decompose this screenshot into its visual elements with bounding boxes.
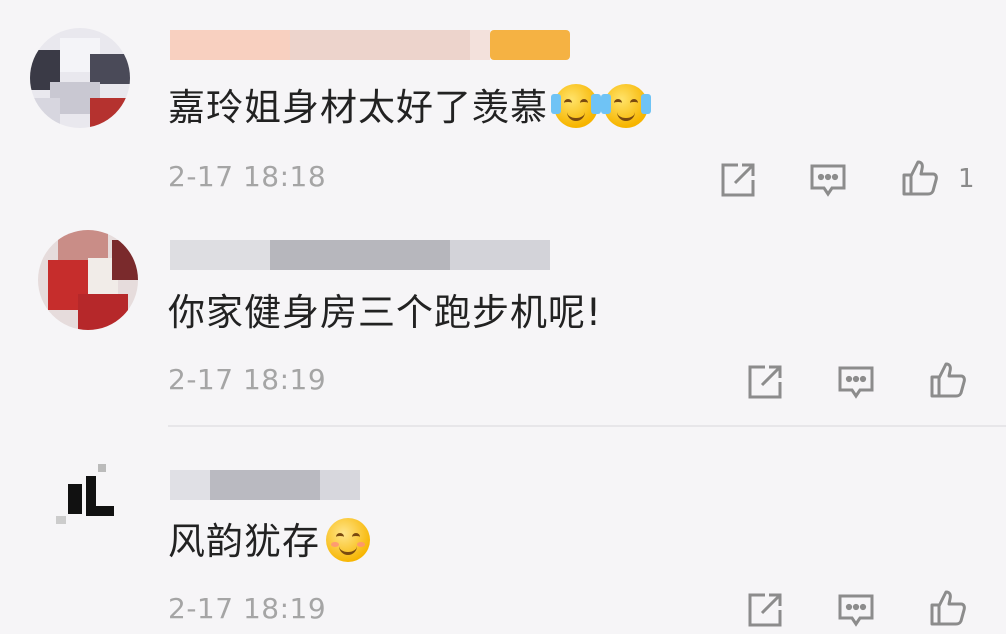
username-blurred[interactable] — [170, 470, 360, 500]
comment-timestamp: 2-17 18:19 — [168, 592, 327, 625]
thumbs-up-icon — [902, 160, 938, 196]
like-count: 1 — [958, 164, 975, 194]
username-blurred[interactable] — [170, 240, 550, 270]
comment-icon — [838, 594, 874, 627]
comment-text-content: 嘉玲姐身材太好了羡慕 — [168, 86, 548, 129]
like-button[interactable] — [900, 158, 940, 198]
avatar[interactable] — [38, 230, 138, 330]
share-button[interactable] — [745, 590, 785, 630]
reply-button[interactable] — [836, 590, 876, 630]
comment-text: 风韵犹存 — [168, 518, 370, 564]
like-button[interactable] — [928, 588, 968, 628]
comment-text-content: 你家健身房三个跑步机呢! — [168, 291, 602, 334]
comment-text: 嘉玲姐身材太好了羡慕 — [168, 84, 651, 130]
comment-item: 风韵犹存 2-17 18:19 — [0, 440, 1006, 632]
share-icon — [721, 163, 755, 197]
avatar[interactable] — [38, 454, 138, 554]
comment-timestamp: 2-17 18:19 — [168, 363, 327, 396]
comment-icon — [810, 164, 846, 197]
reply-button[interactable] — [808, 160, 848, 200]
like-button[interactable] — [928, 360, 968, 400]
thumbs-up-icon — [930, 590, 966, 626]
avatar[interactable] — [30, 28, 130, 128]
comment-text-content: 风韵犹存 — [168, 520, 320, 563]
comment-item: 你家健身房三个跑步机呢! 2-17 18:19 — [0, 210, 1006, 430]
comment-text: 你家健身房三个跑步机呢! — [168, 290, 602, 336]
share-icon — [748, 593, 782, 627]
crying-laughing-emoji-icon — [551, 84, 601, 128]
crying-laughing-emoji-icon — [601, 84, 651, 128]
share-button[interactable] — [718, 160, 758, 200]
thumbs-up-icon — [930, 362, 966, 398]
username-blurred[interactable] — [170, 30, 570, 60]
divider — [168, 425, 1006, 427]
reply-button[interactable] — [836, 362, 876, 402]
share-icon — [748, 365, 782, 399]
comment-item: 嘉玲姐身材太好了羡慕 2-17 18:18 1 — [0, 0, 1006, 210]
comment-icon — [838, 366, 874, 399]
share-button[interactable] — [745, 362, 785, 402]
comment-timestamp: 2-17 18:18 — [168, 160, 327, 193]
smiling-face-emoji-icon — [326, 518, 370, 562]
